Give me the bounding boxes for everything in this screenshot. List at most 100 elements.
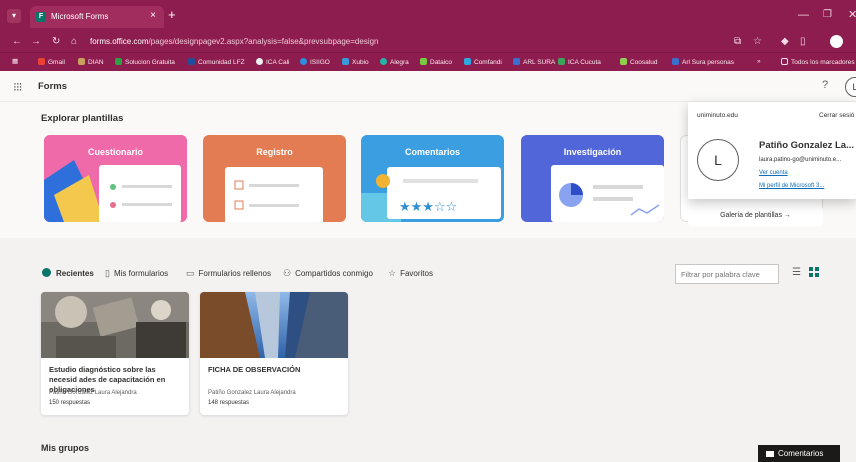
home-icon[interactable]: ⌂: [71, 36, 77, 47]
form-thumbnail: [200, 292, 348, 358]
template-card-investigacion[interactable]: Investigación: [521, 135, 664, 222]
form-thumbnail: [41, 292, 189, 358]
url-field[interactable]: forms.office.com/pages/designpagev2.aspx…: [90, 37, 379, 46]
reload-icon[interactable]: ↻: [52, 36, 60, 47]
tab-compartidos[interactable]: ⚇ Compartidos conmigo: [283, 268, 373, 279]
tab-recientes[interactable]: Recientes: [42, 268, 94, 278]
forms-favicon-icon: F: [36, 12, 46, 22]
form-card[interactable]: FICHA DE OBSERVACIÓN Patiño Gonzalez Lau…: [200, 292, 348, 415]
tab-search-icon[interactable]: ▾: [7, 9, 21, 23]
bookmark-isiigo[interactable]: ISIIGO: [300, 58, 330, 66]
list-view-icon[interactable]: ☰: [792, 267, 801, 278]
bookmark-solucion[interactable]: Solucion Gratuita: [115, 58, 175, 66]
bookmark-star-icon[interactable]: ☆: [753, 36, 762, 47]
filled-forms-icon: ▭: [186, 268, 195, 278]
browser-titlebar: ▾ F Microsoft Forms × + — ❐ ✕: [0, 0, 856, 32]
bookmark-label: Alegra: [390, 59, 409, 66]
bookmark-xubio[interactable]: Xubio: [342, 58, 369, 66]
bookmark-label: Arl Sura personas: [682, 59, 735, 66]
tab-label: Favoritos: [400, 269, 433, 278]
bookmark-label: ICA Cucuta: [568, 59, 601, 66]
bookmark-ica-cucuta[interactable]: ICA Cucuta: [558, 58, 601, 66]
tab-mis-formularios[interactable]: ▯ Mis formularios: [105, 268, 168, 279]
bookmark-label: ICA Cali: [266, 59, 290, 66]
bookmarks-overflow-icon[interactable]: »: [757, 58, 761, 65]
form-owner: Patiño Gonzalez Laura Alejandra: [49, 390, 137, 396]
template-card-cuestionario[interactable]: Cuestionario: [44, 135, 187, 222]
account-avatar[interactable]: L: [845, 77, 856, 97]
bookmark-label: Gmail: [48, 59, 65, 66]
bookmark-alegra[interactable]: Alegra: [380, 58, 409, 66]
extension-icon[interactable]: ◆: [781, 36, 789, 47]
microsoft-profile-link[interactable]: Mi perfil de Microsoft 3...: [759, 183, 824, 189]
tab-title: Microsoft Forms: [51, 12, 109, 21]
restore-icon[interactable]: ❐: [823, 9, 832, 20]
tab-close-icon[interactable]: ×: [150, 10, 156, 21]
url-host: forms.office.com: [90, 37, 149, 46]
template-card-comentarios[interactable]: ★★★☆☆ Comentarios: [361, 135, 504, 222]
url-path: /pages/designpagev2.aspx?analysis=false&…: [148, 37, 379, 46]
side-panel-icon[interactable]: ▯: [800, 36, 806, 47]
back-icon[interactable]: ←: [12, 36, 22, 47]
bookmark-label: ARL SURA: [523, 59, 556, 66]
bookmark-label: Xubio: [352, 59, 369, 66]
help-icon[interactable]: ?: [822, 79, 828, 91]
apps-icon[interactable]: ▦: [12, 57, 18, 65]
bookmark-dian[interactable]: DIAN: [78, 58, 104, 66]
form-title: FICHA DE OBSERVACIÓN: [208, 365, 301, 374]
app-launcher-icon[interactable]: ⁝⁝⁝: [13, 80, 23, 94]
forward-icon[interactable]: →: [31, 36, 41, 47]
account-org: uniminuto.edu: [697, 112, 738, 119]
view-account-link[interactable]: Ver cuenta: [759, 170, 788, 176]
bookmark-comunidad[interactable]: Comunidad LFZ: [188, 58, 245, 66]
profile-icon[interactable]: [830, 35, 843, 48]
tab-label: Recientes: [56, 269, 94, 278]
form-card[interactable]: Estudio diagnóstico sobre las necesid ad…: [41, 292, 189, 415]
form-owner: Patiño Gonzalez Laura Alejandra: [208, 390, 296, 396]
browser-tab[interactable]: F Microsoft Forms ×: [30, 6, 164, 28]
bookmark-label: Dataico: [430, 59, 453, 66]
form-responses: 148 respuestas: [208, 400, 250, 406]
feedback-button[interactable]: Comentarios: [758, 445, 840, 462]
minimize-icon[interactable]: —: [798, 9, 809, 21]
bookmark-coosalud[interactable]: Coosalud: [620, 58, 657, 66]
svg-text:★★★☆☆: ★★★☆☆: [399, 200, 457, 215]
form-responses: 150 respuestas: [49, 400, 91, 406]
tab-formularios-rellenos[interactable]: ▭ Formularios rellenos: [186, 268, 271, 279]
tab-label: Formularios rellenos: [198, 269, 271, 278]
sign-out-link[interactable]: Cerrar sesió: [819, 112, 854, 119]
bookmark-arl-sura-personas[interactable]: Arl Sura personas: [672, 58, 734, 66]
address-bar: ← → ↻ ⌂ forms.office.com/pages/designpag…: [0, 32, 856, 52]
account-avatar-large: L: [697, 139, 739, 181]
bookmark-comfandi[interactable]: Comfandi: [464, 58, 502, 66]
tab-label: Compartidos conmigo: [295, 269, 373, 278]
grid-view-icon[interactable]: [809, 267, 820, 278]
template-label: Cuestionario: [87, 147, 143, 157]
bookmark-label: Solucion Gratuita: [125, 59, 175, 66]
close-window-icon[interactable]: ✕: [848, 8, 856, 21]
all-bookmarks[interactable]: Todos los marcadores: [781, 58, 855, 66]
new-tab-button[interactable]: +: [168, 8, 176, 22]
forms-header: ⁝⁝⁝ Forms ? L: [0, 71, 856, 102]
tab-label: Mis formularios: [113, 269, 169, 278]
tab-favoritos[interactable]: ☆ Favoritos: [388, 268, 433, 279]
bookmark-ica-cali[interactable]: ICA Cali: [256, 58, 289, 66]
bookmark-gmail[interactable]: Gmail: [38, 58, 65, 66]
template-gallery-link[interactable]: Galería de plantillas →: [688, 206, 823, 226]
bookmarks-bar: ▦ Gmail DIAN Solucion Gratuita Comunidad…: [0, 52, 856, 71]
bookmark-arl-sura[interactable]: ARL SURA: [513, 58, 555, 66]
bookmark-label: Comfandi: [474, 59, 502, 66]
templates-title: Explorar plantillas: [41, 113, 124, 124]
bookmark-label: Todos los marcadores: [791, 59, 855, 66]
account-name: Patiño Gonzalez La...: [759, 140, 855, 151]
recent-icon: [42, 268, 51, 277]
account-email: laura.patino-go@uniminuto.e...: [759, 157, 842, 163]
document-icon: ▯: [105, 268, 110, 278]
template-card-registro[interactable]: Registro: [203, 135, 346, 222]
app-name[interactable]: Forms: [38, 81, 67, 92]
install-app-icon[interactable]: ⧉: [734, 36, 741, 47]
people-icon: ⚇: [283, 268, 292, 278]
bookmark-dataico[interactable]: Dataico: [420, 58, 452, 66]
filter-keyword-input[interactable]: [675, 264, 779, 284]
bookmark-label: ISIIGO: [310, 59, 330, 66]
